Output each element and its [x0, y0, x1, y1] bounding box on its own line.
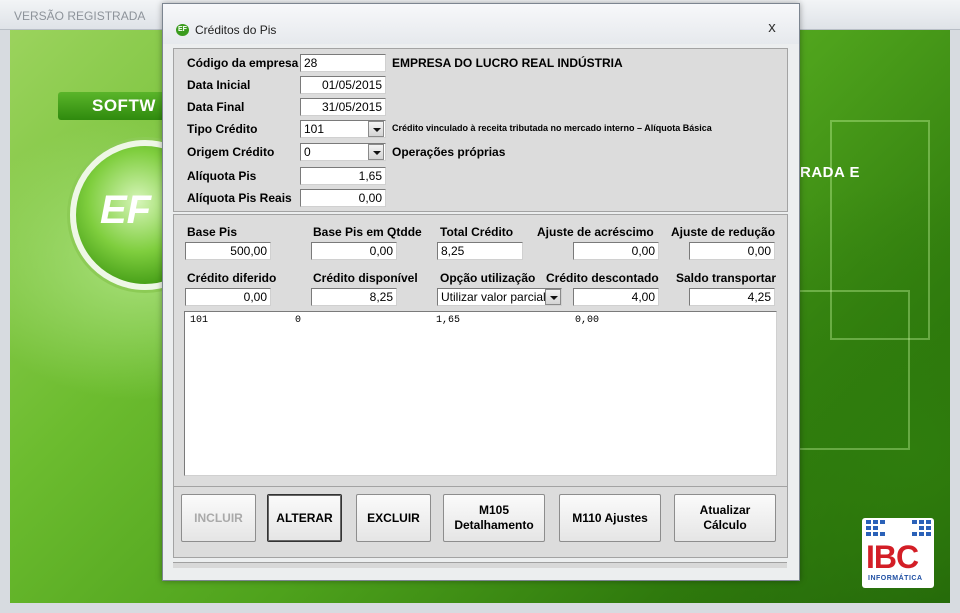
aliquota-pis-reais-label: Alíquota Pis Reais — [187, 191, 292, 205]
app-side-text: RADA E — [800, 164, 860, 181]
m105-detalhamento-button[interactable]: M105 Detalhamento — [443, 494, 545, 542]
dialog-title: Créditos do Pis — [195, 23, 277, 37]
chevron-down-icon[interactable] — [368, 121, 384, 137]
aliquota-pis-label: Alíquota Pis — [187, 169, 257, 183]
app-icon: EF — [176, 24, 189, 36]
excluir-button[interactable]: EXCLUIR — [356, 494, 431, 542]
close-icon[interactable]: x — [761, 18, 783, 38]
tipo-credito-label: Tipo Crédito — [187, 122, 258, 136]
aliquota-pis-input[interactable]: 1,65 — [300, 167, 386, 185]
m105-button-line2: Detalhamento — [454, 518, 534, 532]
chevron-down-icon[interactable] — [368, 144, 384, 160]
ajuste-reducao-input[interactable]: 0,00 — [689, 242, 775, 260]
grid-row-origem: 0 — [295, 315, 302, 326]
grid-row-aliquota: 1,65 — [436, 315, 461, 326]
data-final-label: Data Final — [187, 100, 245, 114]
atualizar-button-line2: Cálculo — [703, 518, 747, 532]
ibc-logo-subtitle: INFORMÁTICA — [868, 575, 923, 582]
creditos-grid[interactable]: 101 0 1,65 0,00 — [184, 311, 777, 476]
credito-diferido-input[interactable]: 0,00 — [185, 288, 271, 306]
atualizar-button-line1: Atualizar — [699, 503, 751, 517]
creditos-pis-dialog: EF Créditos do Pis x Código da empresa 2… — [162, 3, 800, 581]
credito-descontado-label: Crédito descontado — [546, 271, 659, 285]
aliquota-pis-reais-input[interactable]: 0,00 — [300, 189, 386, 207]
m105-button-line1: M105 — [478, 503, 510, 517]
m110-ajustes-button[interactable]: M110 Ajustes — [559, 494, 661, 542]
origem-credito-descricao: Operações próprias — [392, 145, 506, 159]
base-pis-qtdde-input[interactable]: 0,00 — [311, 242, 397, 260]
data-final-input[interactable]: 31/05/2015 — [300, 98, 386, 116]
grid-row-aliquota-reais: 0,00 — [575, 315, 600, 326]
incluir-button[interactable]: INCLUIR — [181, 494, 256, 542]
saldo-transportar-label: Saldo transportar — [676, 271, 777, 285]
credito-descontado-input[interactable]: 4,00 — [573, 288, 659, 306]
dialog-titlebar[interactable]: EF Créditos do Pis x — [163, 4, 799, 44]
saldo-transportar-input[interactable]: 4,25 — [689, 288, 775, 306]
data-inicial-input[interactable]: 01/05/2015 — [300, 76, 386, 94]
opcao-utilizacao-label: Opção utilização — [440, 271, 536, 285]
app-title: VERSÃO REGISTRADA — [14, 9, 146, 23]
base-pis-label: Base Pis — [187, 225, 238, 239]
grid-row-tipo: 101 — [190, 315, 209, 326]
header-panel: Código da empresa 28 EMPRESA DO LUCRO RE… — [173, 48, 788, 212]
empresa-nome: EMPRESA DO LUCRO REAL INDÚSTRIA — [392, 56, 623, 70]
base-pis-input[interactable]: 500,00 — [185, 242, 271, 260]
app-bottom-bar — [0, 603, 960, 613]
ajuste-acrescimo-input[interactable]: 0,00 — [573, 242, 659, 260]
app-banner-text: SOFTW — [92, 96, 156, 115]
credito-disponivel-input[interactable]: 8,25 — [311, 288, 397, 306]
opcao-utilizacao-select[interactable]: Utilizar valor parcial — [437, 288, 562, 306]
codigo-empresa-input[interactable]: 28 — [300, 54, 386, 72]
total-credito-label: Total Crédito — [440, 225, 514, 239]
ibc-logo-text: IBC — [866, 539, 919, 575]
app-logo-text: EF — [100, 188, 152, 232]
tipo-credito-descricao: Crédito vinculado à receita tributada no… — [392, 123, 712, 133]
chevron-down-icon[interactable] — [545, 289, 561, 305]
alterar-button[interactable]: ALTERAR — [267, 494, 342, 542]
ibc-logo-grid-icon — [866, 520, 932, 538]
origem-credito-label: Origem Crédito — [187, 145, 275, 159]
atualizar-calculo-button[interactable]: Atualizar Cálculo — [674, 494, 776, 542]
base-pis-qtdde-label: Base Pis em Qtdde — [313, 225, 422, 239]
credito-diferido-label: Crédito diferido — [187, 271, 277, 285]
dialog-bottom-strip — [173, 562, 787, 568]
ajuste-reducao-label: Ajuste de redução — [671, 225, 776, 239]
data-inicial-label: Data Inicial — [187, 78, 251, 92]
codigo-empresa-label: Código da empresa — [187, 56, 299, 70]
ajuste-acrescimo-label: Ajuste de acréscimo — [537, 225, 654, 239]
total-credito-input[interactable]: 8,25 — [437, 242, 523, 260]
credito-disponivel-label: Crédito disponível — [313, 271, 418, 285]
